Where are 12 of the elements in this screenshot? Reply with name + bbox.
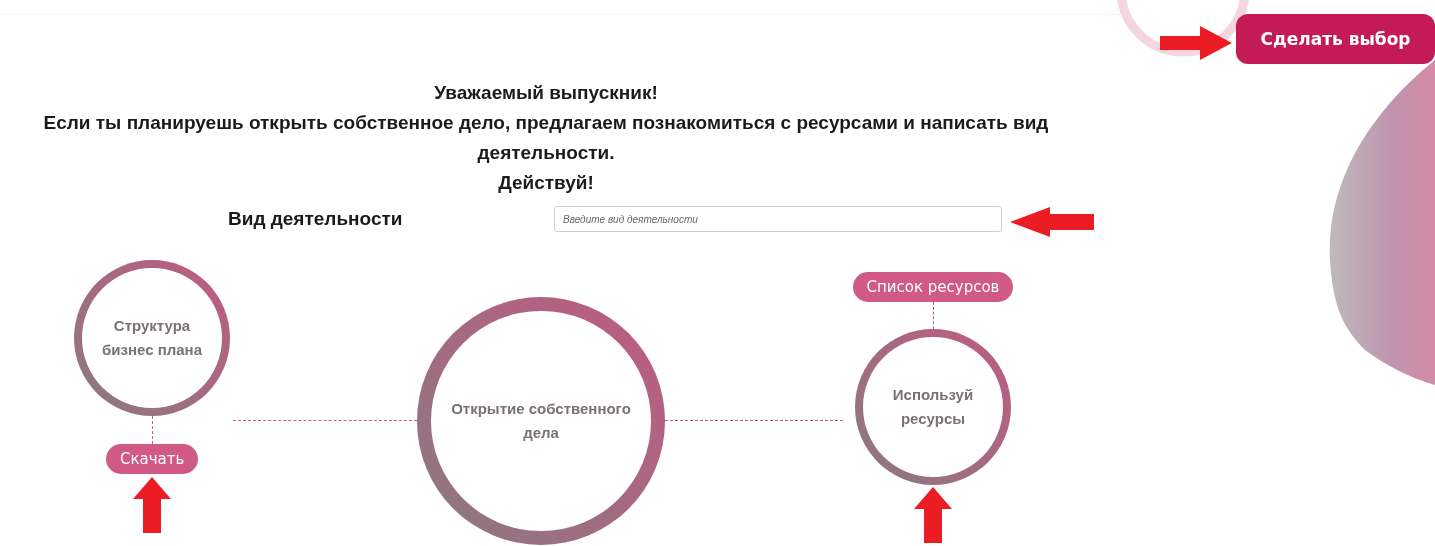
field-label: Вид деятельности — [228, 208, 404, 230]
arrow-icon — [914, 487, 952, 543]
make-choice-button[interactable]: Сделать выбор — [1236, 14, 1435, 64]
activity-input-field[interactable]: Введите вид деятельности — [554, 206, 1002, 232]
heading-text: Действуй! — [497, 171, 595, 195]
download-button[interactable]: Скачать — [106, 444, 199, 474]
heading-text: Уважаемый выпускник! — [433, 81, 659, 105]
arrow-icon — [133, 477, 171, 533]
heading-text: Если ты планируешь открыть собственное дело, предлагаем познакомиться с ресурсами и написать вид деятельности. — [42, 111, 1050, 165]
arrow-icon — [1160, 26, 1232, 60]
arrow-icon — [1010, 207, 1094, 237]
resource-list-button[interactable]: Список ресурсов — [852, 272, 1014, 302]
